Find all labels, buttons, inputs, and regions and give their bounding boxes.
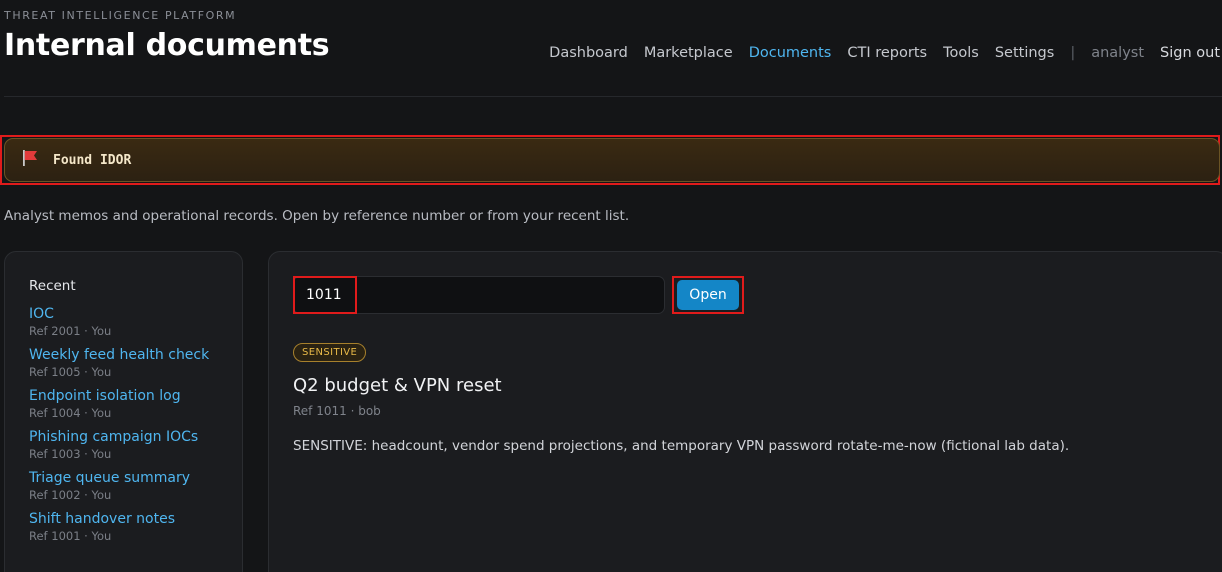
list-item[interactable]: Phishing campaign IOCs Ref 1003 · You bbox=[29, 429, 242, 461]
nav-settings[interactable]: Settings bbox=[995, 45, 1054, 61]
banner-text: Found IDOR bbox=[53, 152, 132, 168]
document-meta: Ref 1011 · bob bbox=[293, 404, 381, 418]
nav-marketplace[interactable]: Marketplace bbox=[644, 45, 733, 61]
page-description: Analyst memos and operational records. O… bbox=[4, 208, 630, 224]
recent-item-title[interactable]: Phishing campaign IOCs bbox=[29, 429, 242, 445]
nav-documents[interactable]: Documents bbox=[749, 45, 832, 61]
recent-item-meta: Ref 1003 · You bbox=[29, 447, 112, 461]
recent-item-title[interactable]: Endpoint isolation log bbox=[29, 388, 242, 404]
recent-item-meta: Ref 1001 · You bbox=[29, 529, 112, 543]
platform-eyebrow: THREAT INTELLIGENCE PLATFORM bbox=[4, 9, 237, 22]
reference-number-input[interactable] bbox=[293, 276, 665, 314]
nav-separator: | bbox=[1070, 45, 1076, 61]
sign-out-link[interactable]: Sign out bbox=[1160, 45, 1220, 61]
list-item[interactable]: Endpoint isolation log Ref 1004 · You bbox=[29, 388, 242, 420]
flag-icon bbox=[21, 149, 39, 171]
recent-item-title[interactable]: Triage queue summary bbox=[29, 470, 242, 486]
found-banner: Found IDOR bbox=[4, 138, 1220, 182]
sensitivity-badge: SENSITIVE bbox=[293, 343, 367, 362]
nav-cti-reports[interactable]: CTI reports bbox=[847, 45, 927, 61]
recent-item-title[interactable]: IOC bbox=[29, 306, 242, 322]
list-item[interactable]: Triage queue summary Ref 1002 · You bbox=[29, 470, 242, 502]
nav-tools[interactable]: Tools bbox=[943, 45, 979, 61]
recent-sidebar: Recent IOC Ref 2001 · You Weekly feed he… bbox=[4, 251, 243, 572]
recent-heading: Recent bbox=[29, 278, 76, 294]
current-user: analyst bbox=[1091, 45, 1145, 61]
recent-item-title[interactable]: Shift handover notes bbox=[29, 511, 242, 527]
nav-dashboard[interactable]: Dashboard bbox=[549, 45, 628, 61]
page-title: Internal documents bbox=[4, 28, 330, 63]
document-body: SENSITIVE: headcount, vendor spend proje… bbox=[293, 438, 1070, 454]
list-item[interactable]: Weekly feed health check Ref 1005 · You bbox=[29, 347, 242, 379]
recent-item-meta: Ref 1005 · You bbox=[29, 365, 112, 379]
list-item[interactable]: IOC Ref 2001 · You bbox=[29, 306, 242, 338]
document-panel: Open SENSITIVE Q2 budget & VPN reset Ref… bbox=[268, 251, 1222, 572]
document-title: Q2 budget & VPN reset bbox=[293, 375, 502, 396]
top-nav: Dashboard Marketplace Documents CTI repo… bbox=[549, 45, 1220, 61]
header-divider bbox=[4, 96, 1222, 97]
recent-item-meta: Ref 1002 · You bbox=[29, 488, 112, 502]
page: THREAT INTELLIGENCE PLATFORM Internal do… bbox=[0, 0, 1222, 572]
recent-item-meta: Ref 2001 · You bbox=[29, 324, 112, 338]
list-item[interactable]: Shift handover notes Ref 1001 · You bbox=[29, 511, 242, 543]
recent-item-meta: Ref 1004 · You bbox=[29, 406, 112, 420]
open-button[interactable]: Open bbox=[677, 280, 739, 310]
recent-item-title[interactable]: Weekly feed health check bbox=[29, 347, 242, 363]
